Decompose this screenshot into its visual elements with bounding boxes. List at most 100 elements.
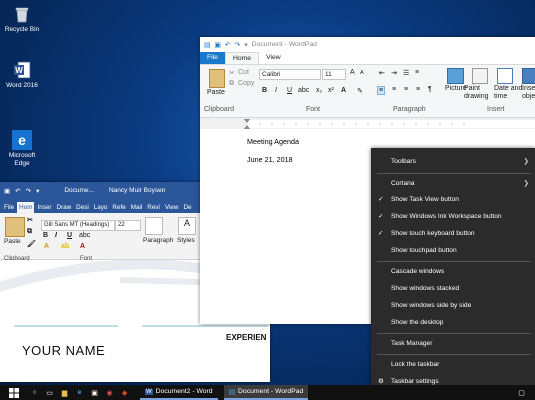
superscript-icon[interactable]: x² bbox=[328, 87, 334, 94]
notification-icon[interactable]: ▢ bbox=[514, 385, 529, 400]
justify-icon[interactable]: ≡ bbox=[416, 86, 420, 93]
recycle-bin-shortcut[interactable]: Recycle Bin bbox=[3, 4, 41, 34]
underline-icon[interactable]: U bbox=[67, 232, 72, 239]
menu-item-show-stacked[interactable]: Show windows stacked bbox=[391, 283, 529, 295]
task-view-icon[interactable]: ▭ bbox=[42, 385, 57, 400]
word-tab-design[interactable]: Desi bbox=[74, 202, 91, 213]
shrink-font-icon[interactable]: A bbox=[360, 70, 364, 76]
undo-icon[interactable]: ↶ bbox=[15, 187, 20, 195]
paragraph-settings-icon[interactable]: ¶ bbox=[428, 86, 432, 93]
word-styles-label[interactable]: Styles bbox=[177, 237, 195, 244]
wordpad-paste-label[interactable]: Paste bbox=[207, 89, 225, 96]
highlight-icon[interactable]: ✎ bbox=[357, 87, 363, 95]
word-tab-review[interactable]: Revi bbox=[145, 202, 162, 213]
strikethrough-icon[interactable]: abc bbox=[298, 87, 309, 94]
italic-icon[interactable]: I bbox=[55, 232, 57, 239]
font-color-icon[interactable]: A bbox=[80, 243, 85, 250]
redo-icon[interactable]: ↷ bbox=[26, 187, 31, 195]
file-explorer-icon[interactable]: ▆ bbox=[57, 385, 72, 400]
wordpad-tab-file[interactable]: File bbox=[200, 52, 225, 64]
wordpad-copy-label[interactable]: Copy bbox=[238, 80, 254, 87]
wordpad-titlebar[interactable]: ▤ ▣ ↶ ↷ ▾ Document - WordPad bbox=[200, 37, 535, 52]
insert-object-icon[interactable] bbox=[522, 68, 535, 84]
word-tab-file[interactable]: File bbox=[2, 202, 16, 213]
word-font-select[interactable]: Gill Sans MT (Headings) bbox=[41, 220, 115, 231]
wordpad-paint-label[interactable]: Paint drawing bbox=[464, 85, 489, 101]
strikethrough-icon[interactable]: abc bbox=[79, 232, 90, 239]
word-tab-insert[interactable]: Inser bbox=[35, 202, 53, 213]
save-icon[interactable]: ▣ bbox=[214, 41, 220, 49]
font-color-icon[interactable]: A bbox=[341, 87, 346, 94]
word-paste-label[interactable]: Paste bbox=[4, 238, 21, 245]
app-icon[interactable]: ◉ bbox=[102, 385, 117, 400]
align-right-icon[interactable]: ≡ bbox=[404, 86, 408, 93]
copy-icon[interactable]: ⧉ bbox=[27, 228, 32, 236]
taskbar-app-wordpad[interactable]: ▤ Document - WordPad bbox=[223, 385, 309, 400]
word-tab-mailings[interactable]: Mail bbox=[129, 202, 145, 213]
cut-icon[interactable]: ✂ bbox=[229, 69, 235, 77]
taskbar[interactable]: ○ ▭ ▆ e ▣ ◉ ◆ W Document2 - Word ▤ Docum… bbox=[0, 385, 535, 400]
office-icon[interactable]: ◆ bbox=[117, 385, 132, 400]
menu-item-show-desktop[interactable]: Show the desktop bbox=[391, 317, 529, 329]
bullets-icon[interactable]: ☰ bbox=[403, 69, 409, 77]
align-left-icon[interactable]: ≡ bbox=[377, 86, 386, 95]
taskbar-app-word[interactable]: W Document2 - Word bbox=[140, 385, 218, 400]
line-spacing-icon[interactable]: ≡ bbox=[415, 69, 419, 76]
underline-icon[interactable]: U bbox=[287, 87, 292, 94]
increase-indent-icon[interactable]: ⇥ bbox=[391, 69, 397, 77]
align-center-icon[interactable]: ≡ bbox=[392, 86, 396, 93]
undo-icon[interactable]: ↶ bbox=[225, 41, 231, 49]
redo-icon[interactable]: ↷ bbox=[235, 41, 241, 49]
styles-icon[interactable]: A bbox=[178, 217, 196, 235]
wordpad-datetime-label[interactable]: Date and time bbox=[494, 85, 522, 101]
wordpad-tab-home[interactable]: Home bbox=[224, 52, 260, 64]
customize-icon[interactable]: ▾ bbox=[244, 41, 247, 49]
date-time-icon[interactable] bbox=[497, 68, 513, 84]
wordpad-cut-label[interactable]: Cut bbox=[238, 69, 249, 76]
word-tab-references[interactable]: Refe bbox=[110, 202, 127, 213]
menu-item-show-touch-keyboard[interactable]: ✓ Show touch keyboard button bbox=[378, 228, 529, 240]
format-painter-icon[interactable]: 🖌 bbox=[27, 240, 36, 248]
menu-item-cascade-windows[interactable]: Cascade windows bbox=[391, 266, 529, 278]
customize-icon[interactable]: ▾ bbox=[36, 187, 39, 195]
wordpad-app-icon[interactable]: ▤ bbox=[204, 41, 210, 49]
store-icon[interactable]: ▣ bbox=[87, 385, 102, 400]
word-tab-layout[interactable]: Layo bbox=[92, 202, 110, 213]
edge-icon[interactable]: e bbox=[72, 385, 87, 400]
wordpad-tab-view[interactable]: View bbox=[259, 52, 288, 64]
word-tab-draw[interactable]: Draw bbox=[54, 202, 73, 213]
bold-icon[interactable]: B bbox=[43, 232, 48, 239]
menu-item-show-ink-workspace[interactable]: ✓ Show Windows Ink Workspace button bbox=[378, 211, 529, 223]
edge-shortcut[interactable]: e Microsoft Edge bbox=[3, 114, 41, 168]
menu-item-lock-taskbar[interactable]: Lock the taskbar bbox=[391, 359, 529, 371]
cut-icon[interactable]: ✂ bbox=[27, 216, 33, 224]
menu-item-task-manager[interactable]: Task Manager bbox=[391, 338, 529, 350]
menu-item-show-task-view[interactable]: ✓ Show Task View button bbox=[378, 194, 529, 206]
paragraph-icon[interactable] bbox=[145, 217, 163, 235]
start-button[interactable] bbox=[6, 385, 21, 400]
wordpad-size-select[interactable]: 11 bbox=[322, 69, 346, 80]
grow-font-icon[interactable]: A bbox=[350, 69, 355, 76]
italic-icon[interactable]: I bbox=[275, 87, 277, 94]
cortana-icon[interactable]: ○ bbox=[27, 385, 42, 400]
paste-icon[interactable] bbox=[5, 217, 25, 237]
menu-item-side-by-side[interactable]: Show windows side by side bbox=[391, 300, 529, 312]
menu-item-cortana[interactable]: Cortana ❯ bbox=[391, 178, 529, 190]
wordpad-insertobj-label[interactable]: Insert object bbox=[522, 85, 535, 101]
word-shortcut[interactable]: W Word 2016 bbox=[3, 60, 41, 90]
text-effects-icon[interactable]: A bbox=[44, 243, 49, 250]
menu-item-show-touchpad[interactable]: Show touchpad button bbox=[391, 245, 529, 257]
menu-item-toolbars[interactable]: Toolbars ❯ bbox=[391, 156, 529, 168]
paint-drawing-icon[interactable] bbox=[472, 68, 488, 84]
bold-icon[interactable]: B bbox=[262, 87, 267, 94]
decrease-indent-icon[interactable]: ⇤ bbox=[379, 69, 385, 77]
word-size-select[interactable]: 22 bbox=[115, 220, 141, 231]
subscript-icon[interactable]: x₂ bbox=[316, 87, 322, 94]
word-tab-developer[interactable]: De bbox=[181, 202, 193, 213]
copy-icon[interactable]: ⧉ bbox=[229, 80, 234, 88]
paste-icon[interactable] bbox=[209, 69, 225, 88]
word-tab-view[interactable]: View bbox=[163, 202, 181, 213]
word-tab-home[interactable]: Hom bbox=[17, 202, 35, 213]
word-paragraph-label[interactable]: Paragraph bbox=[143, 237, 173, 244]
save-icon[interactable]: ▣ bbox=[4, 187, 10, 195]
